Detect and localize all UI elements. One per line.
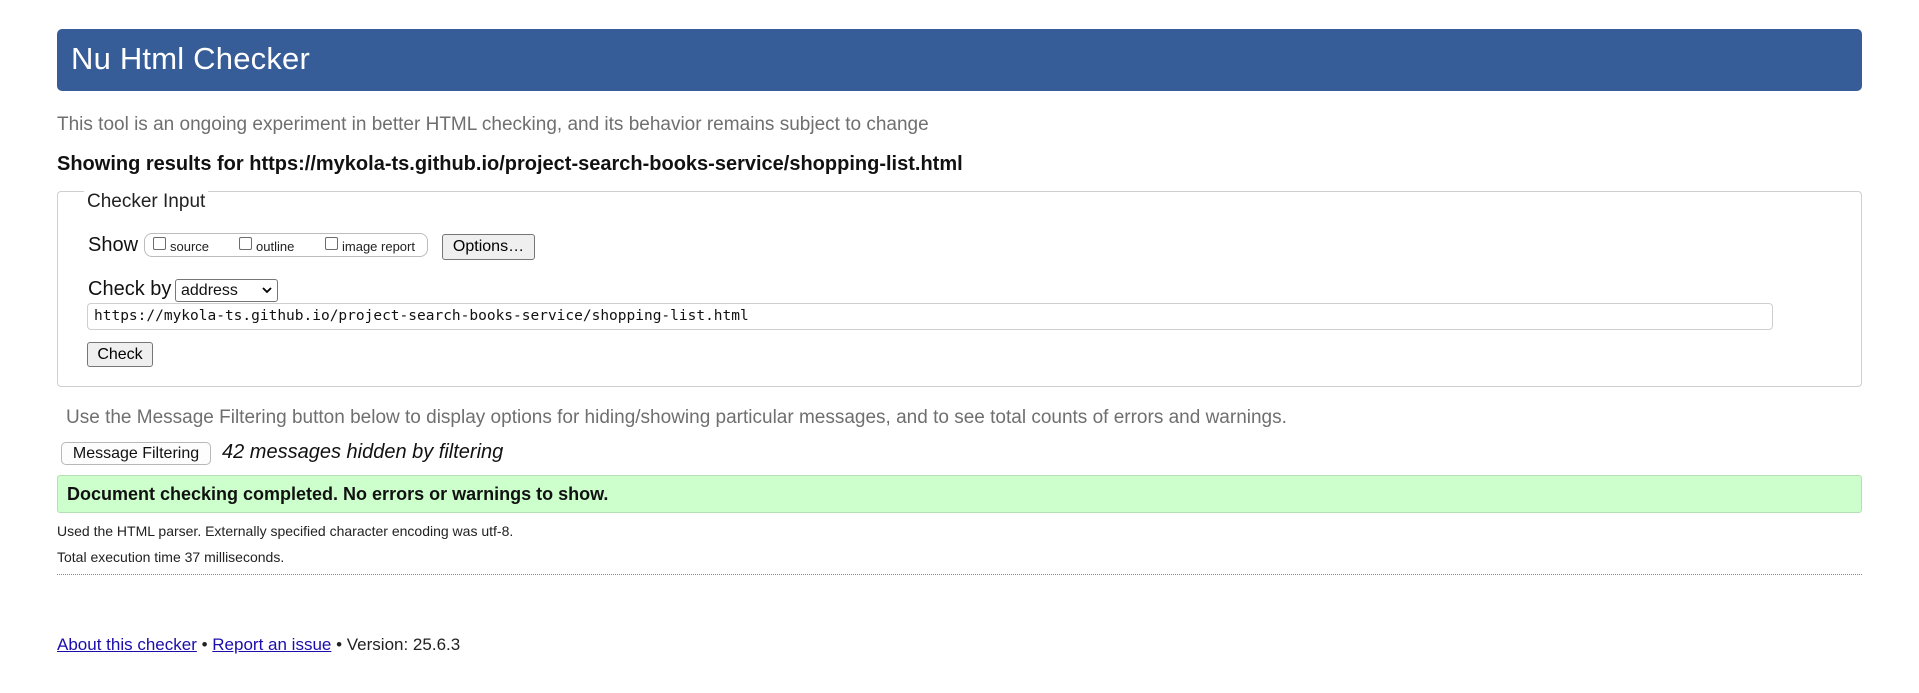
page-title: Nu Html Checker bbox=[71, 41, 310, 76]
check-by-selected-value: address bbox=[181, 282, 238, 299]
show-label: Show bbox=[88, 234, 139, 256]
image-report-checkbox-label[interactable]: image report bbox=[342, 239, 415, 254]
hidden-messages-count: 42 messages hidden by filtering bbox=[222, 441, 504, 463]
outline-checkbox[interactable] bbox=[239, 237, 252, 250]
execution-time: Total execution time 37 milliseconds. bbox=[57, 549, 285, 565]
success-message-box: Document checking completed. No errors o… bbox=[57, 475, 1862, 513]
success-message: Document checking completed. No errors o… bbox=[67, 484, 609, 504]
about-checker-link[interactable]: About this checker bbox=[57, 635, 197, 654]
footer-separator: • bbox=[336, 635, 343, 654]
show-options-group: source outline image report bbox=[144, 233, 428, 257]
check-button[interactable]: Check bbox=[87, 342, 153, 367]
check-by-select[interactable]: address bbox=[175, 279, 278, 302]
checker-input-legend: Checker Input bbox=[84, 191, 209, 213]
filter-info-text: Use the Message Filtering button below t… bbox=[66, 407, 1287, 428]
report-issue-link[interactable]: Report an issue bbox=[212, 635, 331, 654]
message-filtering-button[interactable]: Message Filtering bbox=[61, 442, 211, 465]
checker-input-fieldset bbox=[57, 191, 1862, 387]
footer-separator: • bbox=[201, 635, 208, 654]
source-checkbox[interactable] bbox=[153, 237, 166, 250]
parser-info: Used the HTML parser. Externally specifi… bbox=[57, 523, 514, 539]
intro-text: This tool is an ongoing experiment in be… bbox=[57, 114, 929, 135]
results-heading: Showing results for https://mykola-ts.gi… bbox=[57, 153, 963, 175]
outline-checkbox-label[interactable]: outline bbox=[256, 239, 294, 254]
check-by-label: Check by bbox=[88, 278, 172, 300]
source-checkbox-label[interactable]: source bbox=[170, 239, 209, 254]
url-input[interactable]: https://mykola-ts.github.io/project-sear… bbox=[87, 303, 1773, 330]
footer-divider bbox=[57, 574, 1862, 575]
footer: About this checker • Report an issue • V… bbox=[57, 635, 460, 655]
image-report-checkbox[interactable] bbox=[325, 237, 338, 250]
page-header: Nu Html Checker bbox=[57, 29, 1862, 91]
options-button[interactable]: Options… bbox=[442, 234, 535, 260]
version-text: Version: 25.6.3 bbox=[346, 635, 461, 654]
